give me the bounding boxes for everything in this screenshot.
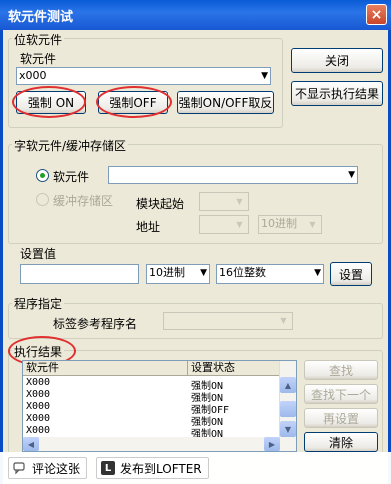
dialog-body: 位软元件 软元件 x000 ▼ 强制 ON 强制OFF 强制ON/OFF取反 关…: [0, 30, 391, 484]
row-device: X000: [26, 413, 51, 424]
buffer-memory-radio-label: 缓冲存储区: [53, 194, 114, 208]
title-bar: 软元件测试 ×: [0, 0, 391, 30]
data-type-select[interactable]: 16位整数 ▼: [216, 264, 324, 284]
radix-select[interactable]: 10进制 ▼: [146, 264, 210, 284]
lofter-icon: L: [101, 461, 115, 475]
set-button[interactable]: 设置: [330, 262, 372, 286]
row-device: X000: [26, 401, 51, 412]
address-radix-select[interactable]: 10进制 ▼: [258, 215, 322, 234]
label-reference-select[interactable]: ▼: [163, 312, 293, 330]
reset-button[interactable]: 再设置: [304, 408, 378, 428]
window-title: 软元件测试: [8, 9, 74, 25]
force-on-button[interactable]: 强制 ON: [16, 91, 86, 114]
window-close-button[interactable]: ×: [366, 4, 387, 25]
bit-device-label: 软元件: [20, 52, 57, 66]
row-device: X000: [26, 377, 51, 388]
chevron-down-icon: ▼: [261, 71, 268, 81]
comment-label: 评论这张: [32, 461, 81, 476]
hide-results-button[interactable]: 不显示执行结果: [291, 81, 383, 106]
find-next-button[interactable]: 查找下一个: [304, 384, 378, 404]
address-select[interactable]: ▼: [199, 215, 249, 234]
force-off-button[interactable]: 强制OFF: [98, 91, 168, 114]
scroll-down-icon[interactable]: ▼: [280, 421, 296, 437]
data-type-value: 16位整数: [219, 266, 266, 279]
results-list[interactable]: 软元件 设置状态 X000 强制ON X000 强制ON X000 强制OFF X00…: [22, 360, 297, 452]
bit-device-select[interactable]: x000 ▼: [16, 67, 271, 85]
find-button[interactable]: 查找: [304, 360, 378, 380]
row-device: X000: [26, 425, 51, 436]
close-button[interactable]: 关闭: [291, 48, 383, 73]
module-start-select[interactable]: ▼: [199, 192, 249, 211]
column-header-device[interactable]: 软元件: [23, 361, 188, 376]
chevron-down-icon: ▼: [314, 268, 321, 278]
comment-icon: [13, 461, 27, 475]
chevron-down-icon: ▼: [305, 217, 320, 232]
results-group-label: 执行结果: [12, 343, 65, 360]
chevron-down-icon: ▼: [276, 314, 291, 328]
chevron-down-icon: ▼: [200, 268, 207, 278]
radix-value: 10进制: [149, 266, 185, 279]
device-radio-label: 软元件: [53, 170, 90, 184]
address-radix-value: 10进制: [261, 217, 297, 230]
buffer-memory-radio[interactable]: [36, 193, 49, 206]
horizontal-scrollbar[interactable]: ◀ ▶: [23, 437, 280, 451]
scroll-left-icon[interactable]: ◀: [23, 437, 39, 451]
vertical-scrollbar[interactable]: ▲ ▼: [279, 361, 296, 451]
label-reference-label: 标签参考程序名: [53, 317, 138, 331]
address-label: 地址: [136, 220, 161, 234]
scroll-thumb[interactable]: [280, 401, 296, 417]
setting-value-label: 设置值: [20, 247, 57, 261]
word-device-group-label: 字软元件/缓冲存储区: [12, 137, 129, 154]
chevron-down-icon: ▼: [232, 217, 247, 232]
chevron-down-icon: ▼: [232, 194, 247, 209]
publish-button[interactable]: L 发布到LOFTER: [96, 457, 209, 479]
bit-device-group-label: 位软元件: [12, 31, 65, 48]
scroll-right-icon[interactable]: ▶: [264, 437, 280, 451]
row-device: X000: [26, 389, 51, 400]
publish-label: 发布到LOFTER: [120, 461, 202, 476]
bit-device-value: x000: [19, 69, 47, 82]
program-group-label: 程序指定: [12, 295, 65, 312]
word-device-select[interactable]: ▼: [108, 166, 358, 184]
clear-button[interactable]: 清除: [304, 432, 378, 452]
share-bar: 评论这张 L 发布到LOFTER: [0, 452, 391, 484]
force-invert-button[interactable]: 强制ON/OFF取反: [177, 91, 274, 114]
column-header-status[interactable]: 设置状态: [188, 361, 282, 376]
device-radio[interactable]: [36, 169, 49, 182]
scroll-up-icon[interactable]: ▲: [280, 377, 296, 393]
chevron-down-icon: ▼: [348, 170, 355, 180]
setting-value-input[interactable]: [20, 264, 139, 284]
comment-button[interactable]: 评论这张: [8, 457, 88, 479]
module-start-label: 模块起始: [136, 197, 185, 211]
